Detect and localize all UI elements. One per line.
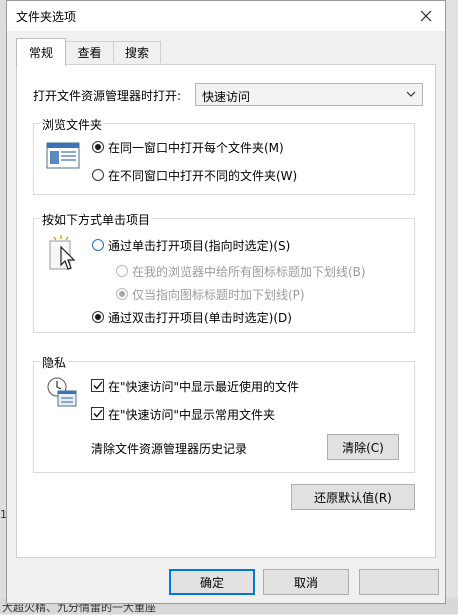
privacy-group: 隐私 在"快速访问"中显示最近使用的文件 在"快速访问"中显示常用文件夹 清除文… — [33, 354, 415, 473]
clear-history-label: 清除文件资源管理器历史记录 — [91, 442, 248, 456]
close-button[interactable] — [407, 1, 445, 31]
tab-search-label: 搜索 — [124, 46, 149, 60]
tab-view-label: 查看 — [77, 46, 102, 60]
open-explorer-select[interactable]: 快速访问 — [195, 83, 423, 106]
radio-single-click[interactable] — [92, 239, 104, 251]
title-bar[interactable]: 文件夹选项 — [7, 1, 445, 31]
clear-history-button[interactable]: 清除(C) — [327, 434, 399, 460]
clear-history-button-label: 清除(C) — [342, 440, 384, 455]
folder-options-dialog: 文件夹选项 常规 查看 搜索 打开文件资源管理器时打开: 快速访问 浏览文件夹 — [6, 0, 446, 604]
click-items-group: 按如下方式单击项目 通过单击打开项目(指向时选定)(S) 在我的浏览器中给所有图… — [33, 211, 415, 333]
checkmark-icon — [92, 409, 103, 418]
checkbox-recent-files-label: 在"快速访问"中显示最近使用的文件 — [108, 380, 300, 394]
option-new-window-label: 在不同窗口中打开不同的文件夹(W) — [108, 169, 298, 183]
option-same-window-label: 在同一窗口中打开每个文件夹(M) — [108, 141, 284, 155]
privacy-clock-icon — [47, 377, 77, 407]
tab-view[interactable]: 查看 — [65, 41, 114, 63]
restore-defaults-button-label: 还原默认值(R) — [314, 490, 392, 505]
click-items-legend: 按如下方式单击项目 — [40, 211, 153, 228]
option-underline-browser-label: 在我的浏览器中给所有图标标题加下划线(B) — [132, 265, 366, 279]
option-single-click-label: 通过单击打开项目(指向时选定)(S) — [108, 239, 291, 253]
open-explorer-label: 打开文件资源管理器时打开: — [33, 89, 182, 103]
tab-general[interactable]: 常规 — [16, 38, 66, 66]
privacy-legend: 隐私 — [40, 354, 69, 371]
tab-general-label: 常规 — [28, 46, 53, 60]
tab-search[interactable]: 搜索 — [113, 41, 161, 63]
window-title: 文件夹选项 — [16, 10, 77, 24]
chevron-down-icon — [406, 91, 416, 97]
background-window-right — [446, 0, 458, 614]
browse-folders-legend: 浏览文件夹 — [40, 116, 105, 133]
cancel-button-label: 取消 — [293, 575, 318, 590]
cancel-button[interactable]: 取消 — [263, 569, 349, 595]
option-underline-hover-label: 仅当指向图标标题时加下划线(P) — [132, 288, 305, 302]
general-tab-panel: 打开文件资源管理器时打开: 快速访问 浏览文件夹 在同一窗口中打开每个文件夹(M… — [16, 64, 436, 558]
close-icon — [420, 10, 432, 22]
checkbox-frequent-folders-label: 在"快速访问"中显示常用文件夹 — [108, 408, 276, 422]
ok-button-label: 确定 — [199, 575, 224, 590]
radio-underline-hover — [116, 288, 128, 300]
checkmark-icon — [92, 381, 103, 390]
open-explorer-value: 快速访问 — [202, 90, 251, 104]
restore-defaults-button[interactable]: 还原默认值(R) — [291, 484, 415, 510]
apply-button[interactable] — [359, 569, 439, 595]
radio-new-window[interactable] — [92, 169, 104, 181]
option-double-click-label: 通过双击打开项目(单击时选定)(D) — [108, 311, 292, 325]
radio-underline-browser — [116, 265, 128, 277]
browse-folders-group: 浏览文件夹 在同一窗口中打开每个文件夹(M) 在不同窗口中打开不同的文件夹(W) — [33, 116, 415, 195]
radio-double-click[interactable] — [92, 311, 104, 323]
click-pointer-icon — [49, 235, 76, 270]
checkbox-frequent-folders[interactable] — [91, 407, 104, 420]
checkbox-recent-files[interactable] — [91, 379, 104, 392]
folder-window-icon — [46, 142, 80, 169]
radio-same-window[interactable] — [92, 141, 104, 153]
ok-button[interactable]: 确定 — [169, 569, 255, 595]
